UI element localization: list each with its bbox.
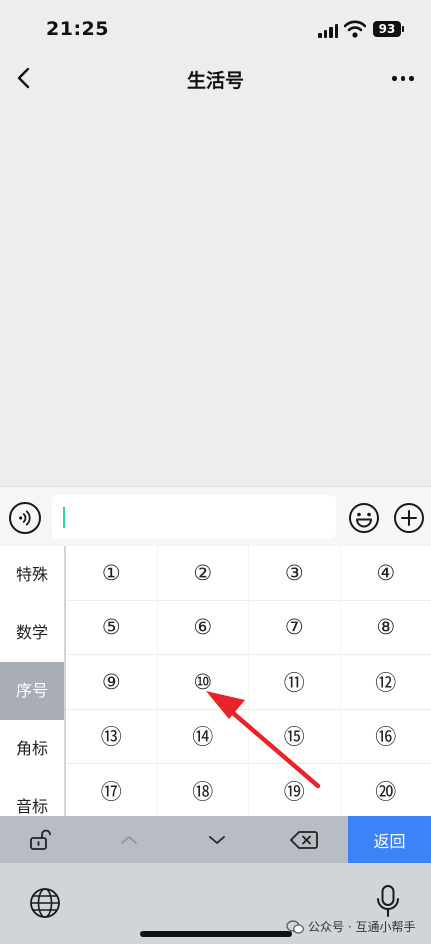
category-serial-number[interactable]: 序号 <box>0 662 64 720</box>
symbol-key[interactable]: ⑭ <box>156 709 249 763</box>
more-options-icon[interactable] <box>392 76 414 81</box>
plus-icon[interactable] <box>393 502 425 534</box>
symbol-key[interactable]: ③ <box>248 546 340 600</box>
symbol-key[interactable]: ⑨ <box>66 655 157 709</box>
symbol-key[interactable]: ④ <box>339 546 431 600</box>
status-time: 21:25 <box>46 18 109 40</box>
symbol-key[interactable]: ⑦ <box>248 600 340 654</box>
symbol-key-circled-ten[interactable]: ⑩ <box>156 655 249 709</box>
voice-input-icon[interactable] <box>9 502 41 534</box>
unlock-icon <box>30 829 51 850</box>
symbol-category-list: 特殊 数学 序号 角标 音标 <box>0 546 64 816</box>
symbol-key[interactable]: ① <box>66 546 157 600</box>
symbol-key[interactable]: ⑫ <box>339 655 431 709</box>
delete-key[interactable] <box>262 816 346 863</box>
symbol-key[interactable]: ⑰ <box>66 764 157 816</box>
symbol-row: ⑬ ⑭ ⑮ ⑯ <box>66 709 431 764</box>
symbol-key[interactable]: ⑮ <box>248 709 340 763</box>
symbol-key[interactable]: ⑪ <box>248 655 340 709</box>
symbol-row: ⑤ ⑥ ⑦ ⑧ <box>66 600 431 655</box>
symbol-grid: ① ② ③ ④ ⑤ ⑥ ⑦ ⑧ ⑨ ⑩ ⑪ ⑫ ⑬ ⑭ ⑮ ⑯ ⑰ ⑱ ⑲ ⑳ <box>66 546 431 816</box>
symbol-row: ⑨ ⑩ ⑪ ⑫ <box>66 655 431 710</box>
category-phonetic[interactable]: 音标 <box>0 778 64 816</box>
wifi-icon <box>344 20 366 38</box>
text-caret <box>63 507 65 528</box>
category-special[interactable]: 特殊 <box>0 546 64 604</box>
watermark-text: 公众号 · 互通小帮手 <box>308 920 416 934</box>
chat-area <box>0 102 431 486</box>
emoji-icon[interactable] <box>348 502 380 534</box>
chevron-up-icon <box>121 835 137 844</box>
symbol-key[interactable]: ⑤ <box>66 601 157 655</box>
chevron-down-icon <box>209 835 225 844</box>
backspace-icon <box>290 830 318 849</box>
symbol-key[interactable]: ⑬ <box>66 710 157 764</box>
symbol-key[interactable]: ⑯ <box>339 709 431 763</box>
globe-icon[interactable] <box>28 886 62 920</box>
home-indicator <box>140 931 292 937</box>
page-title: 生活号 <box>186 70 244 92</box>
page-down-key[interactable] <box>175 816 259 863</box>
return-button[interactable]: 返回 <box>348 816 431 863</box>
cellular-signal-icon <box>318 24 338 38</box>
microphone-icon[interactable] <box>376 884 400 920</box>
symbol-key[interactable]: ⑥ <box>156 600 249 654</box>
symbol-keyboard: 特殊 数学 序号 角标 音标 ① ② ③ ④ ⑤ ⑥ ⑦ ⑧ ⑨ ⑩ ⑪ ⑫ ⑬… <box>0 546 431 944</box>
page-up-key[interactable] <box>87 816 171 863</box>
lock-key[interactable] <box>0 816 80 863</box>
battery-indicator: 93 <box>373 21 404 37</box>
symbol-row: ⑰ ⑱ ⑲ ⑳ <box>66 764 431 816</box>
symbol-key[interactable]: ⑧ <box>339 600 431 654</box>
message-input[interactable] <box>52 495 336 539</box>
symbol-key[interactable]: ⑲ <box>248 764 340 816</box>
symbol-key[interactable]: ⑳ <box>339 764 431 816</box>
nav-bar: 生活号 <box>0 56 431 102</box>
symbol-row: ① ② ③ ④ <box>66 546 431 601</box>
watermark: 公众号 · 互通小帮手 <box>286 918 415 935</box>
keyboard-toolbar: 返回 <box>0 816 431 863</box>
status-bar: 21:25 93 <box>0 0 431 56</box>
symbol-key[interactable]: ⑱ <box>156 764 249 816</box>
category-math[interactable]: 数学 <box>0 604 64 662</box>
symbol-key[interactable]: ② <box>156 546 249 600</box>
input-bar <box>0 486 431 546</box>
category-superscript[interactable]: 角标 <box>0 720 64 778</box>
